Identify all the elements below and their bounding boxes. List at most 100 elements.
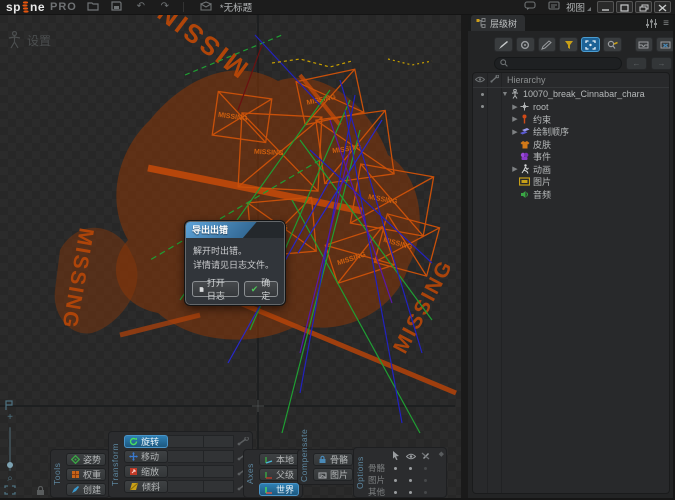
dialog-titlebar[interactable]: 导出出错: [186, 222, 284, 238]
view-menu[interactable]: 视图: [566, 0, 585, 14]
shear-value-cell[interactable]: [168, 480, 204, 493]
rotate-value-cell[interactable]: [168, 435, 204, 448]
tree-row-draw-order[interactable]: ▶ 绘制顺序: [473, 126, 669, 139]
logo-text-sp: sp: [6, 0, 21, 14]
next-match-button[interactable]: →: [651, 57, 672, 70]
axes-world-button[interactable]: 世界: [259, 483, 299, 496]
shear-tool-button[interactable]: 倾斜: [124, 480, 168, 493]
panel-menu-icon[interactable]: ≡: [663, 18, 669, 29]
chat-icon[interactable]: [522, 1, 538, 13]
translate-extra-cell[interactable]: [204, 450, 234, 463]
images-nodraw-toggle[interactable]: [424, 479, 427, 482]
axes-parent-button[interactable]: 父级: [259, 468, 299, 481]
tree-row-audio[interactable]: 音频: [473, 188, 669, 201]
open-project-icon[interactable]: [85, 1, 101, 13]
open-log-button[interactable]: 打开日志: [192, 281, 239, 297]
rotate-tool-button[interactable]: 旋转: [124, 435, 168, 448]
search-input[interactable]: [511, 59, 611, 69]
dialog-body: 解开时出错。 详情请见日志文件。: [186, 238, 284, 277]
chevron-expanded-icon[interactable]: ▼: [501, 91, 509, 98]
tray-icon[interactable]: [635, 37, 654, 52]
transform-panel: Transform 旋转 移动: [108, 431, 253, 498]
filter-sliders-icon[interactable]: [646, 19, 657, 28]
brush-tool-icon[interactable]: [494, 37, 513, 52]
tree-row-constraints[interactable]: ▶ 约束: [473, 113, 669, 126]
viewport-lock-icon[interactable]: [36, 486, 45, 498]
tab-hierarchy-label: 层级树: [490, 17, 517, 30]
eye-column-icon: [403, 447, 418, 465]
pose-tool-button[interactable]: 姿势: [66, 453, 106, 466]
filter-funnel-icon[interactable]: [559, 37, 578, 52]
tree-row-events[interactable]: 事件: [473, 151, 669, 164]
chevron-collapsed-icon[interactable]: ▶: [511, 128, 519, 136]
svg-text:MISSING: MISSING: [131, 15, 254, 84]
ghost-circle-icon[interactable]: [516, 37, 535, 52]
cursor-column-icon: [388, 447, 403, 465]
ok-button[interactable]: ✔ 确定: [244, 281, 278, 297]
undo-icon[interactable]: ↶: [133, 1, 149, 13]
mode-indicator: 设置: [8, 31, 51, 49]
chevron-collapsed-icon[interactable]: ▶: [511, 115, 519, 123]
tree-row-skeleton[interactable]: ▼ 10070_break_Cinnabar_chara: [473, 88, 669, 101]
rotate-extra-cell[interactable]: [204, 435, 234, 448]
other-select-toggle[interactable]: [394, 491, 397, 494]
other-nodraw-toggle[interactable]: [424, 491, 427, 494]
zoom-slider-knob[interactable]: [7, 462, 13, 468]
scale-tool-button[interactable]: 缩放: [124, 465, 168, 478]
screen-icon[interactable]: [546, 1, 562, 13]
frame-selection-icon[interactable]: [581, 37, 600, 52]
compensate-images-button[interactable]: 图片: [313, 468, 353, 481]
bones-nodraw-toggle[interactable]: [424, 467, 427, 470]
maximize-button[interactable]: [616, 1, 633, 13]
tree-row-root[interactable]: ▶ root: [473, 101, 669, 114]
bones-select-toggle[interactable]: [394, 467, 397, 470]
tree-row-animations[interactable]: ▶ 动画: [473, 163, 669, 176]
export-error-dialog: 导出出错 解开时出错。 详情请见日志文件。 打开日志 ✔ 确定: [185, 221, 285, 305]
zoom-in-icon[interactable]: +: [2, 412, 18, 424]
restore-button[interactable]: [635, 1, 652, 13]
zoom-magnifier-icon[interactable]: ⌕: [2, 473, 18, 485]
tab-hierarchy-tree[interactable]: 层级树: [471, 15, 525, 31]
visibility-dot[interactable]: [481, 93, 484, 96]
images-visible-toggle[interactable]: [409, 479, 412, 482]
bones-visible-toggle[interactable]: [409, 467, 412, 470]
viewport-zoom-controls: + ⌕: [2, 400, 18, 497]
redo-icon[interactable]: ↷: [157, 1, 173, 13]
minimize-button[interactable]: [597, 1, 614, 13]
tree-row-images[interactable]: 图片: [473, 176, 669, 189]
close-button[interactable]: [654, 1, 671, 13]
save-project-icon[interactable]: [109, 1, 125, 13]
pose-label: 姿势: [83, 453, 101, 466]
scale-value-cell[interactable]: [168, 465, 204, 478]
other-visible-toggle[interactable]: [409, 491, 412, 494]
audio-icon: [519, 189, 530, 199]
translate-tool-button[interactable]: 移动: [124, 450, 168, 463]
images-select-toggle[interactable]: [394, 479, 397, 482]
prev-match-button[interactable]: ←: [626, 57, 647, 70]
tree-row-skins[interactable]: 皮肤: [473, 138, 669, 151]
panel-splitter[interactable]: [461, 15, 468, 500]
axes-local-button[interactable]: 本地: [259, 453, 299, 466]
visibility-dot[interactable]: [481, 105, 484, 108]
fit-view-icon[interactable]: [2, 485, 18, 497]
translate-value-cell[interactable]: [168, 450, 204, 463]
constraints-label: 约束: [533, 113, 551, 126]
chevron-collapsed-icon[interactable]: ▶: [511, 103, 519, 111]
frame-flag-icon[interactable]: [2, 400, 18, 412]
zoom-slider[interactable]: [9, 427, 11, 471]
transform-panel-label: Transform: [109, 432, 121, 497]
search-edit-icon[interactable]: [603, 37, 622, 52]
dialog-title: 导出出错: [186, 222, 284, 238]
options-panel-handle[interactable]: ◆: [439, 450, 444, 458]
weights-tool-button[interactable]: 权重: [66, 468, 106, 481]
scale-extra-cell[interactable]: [204, 465, 234, 478]
hierarchy-toolbar: [468, 31, 675, 52]
create-tool-button[interactable]: 创建: [66, 483, 106, 496]
tree-tab-icon: [476, 18, 486, 28]
pencil-tool-icon[interactable]: [538, 37, 557, 52]
chevron-collapsed-icon[interactable]: ▶: [511, 165, 519, 173]
shear-extra-cell[interactable]: [204, 480, 234, 493]
search-box[interactable]: [494, 57, 622, 70]
export-icon[interactable]: [198, 1, 214, 13]
compensate-bones-button[interactable]: 骨骼: [313, 453, 353, 466]
